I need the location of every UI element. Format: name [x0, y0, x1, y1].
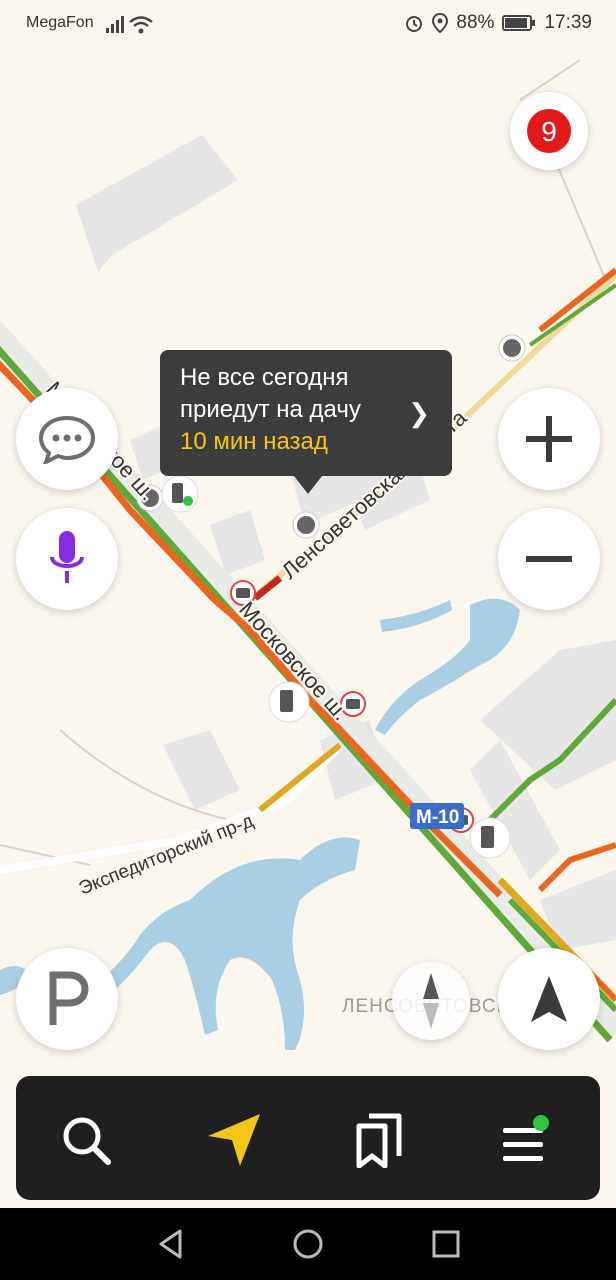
route-shield-label: М-10 — [416, 807, 459, 828]
parking-icon — [49, 971, 89, 1025]
zoom-in-icon — [526, 416, 572, 462]
notification-dot — [533, 1115, 549, 1131]
bookmarks-icon — [356, 1113, 402, 1168]
navigator-arrow-icon — [208, 1114, 260, 1166]
fuel-station-marker[interactable] — [469, 817, 511, 859]
chat-bubble-icon — [38, 415, 96, 464]
clock: 17:39 — [544, 12, 592, 33]
traffic-score-icon: 9 — [527, 109, 571, 153]
compass-icon — [423, 973, 439, 1029]
my-location-arrow-icon — [531, 976, 567, 1022]
zoom-out-icon — [526, 556, 572, 562]
traffic-score-value: 9 — [541, 116, 557, 147]
fuel-station-marker[interactable] — [161, 475, 199, 513]
menu-button[interactable] — [486, 1100, 566, 1180]
popup-subtitle: 10 мин назад — [180, 428, 328, 455]
battery-percent: 88% — [456, 12, 495, 33]
chevron-right-icon: ❯ — [408, 398, 430, 428]
parking-button[interactable] — [16, 948, 118, 1050]
voice-assistant-button[interactable] — [16, 508, 118, 610]
wifi-icon — [129, 16, 153, 34]
status-bar: MegaFon 88% 17:39 — [0, 0, 616, 48]
carrier-label: MegaFon — [26, 14, 94, 31]
chat-button[interactable] — [16, 388, 118, 490]
navigator-button[interactable] — [194, 1100, 274, 1180]
road-event-popup[interactable]: Не все сегодня приедут на дачу 10 мин на… — [160, 350, 452, 494]
microphone-icon — [50, 531, 84, 583]
lensovet-traffic-red — [252, 575, 283, 601]
back-icon[interactable] — [156, 1228, 188, 1260]
signal-icon — [106, 16, 153, 34]
system-navigation-bar — [0, 1208, 616, 1280]
event-marker[interactable] — [498, 334, 526, 362]
recents-icon[interactable] — [430, 1228, 462, 1260]
alarm-icon — [406, 16, 423, 32]
zoom-out-button[interactable] — [498, 508, 600, 610]
bottom-navbar — [16, 1076, 600, 1200]
popup-title: Не все сегодня приедут на дачу — [180, 364, 361, 423]
bookmarks-button[interactable] — [340, 1100, 420, 1180]
route-shield: М-10 — [410, 803, 464, 829]
zoom-in-button[interactable] — [498, 388, 600, 490]
compass-button[interactable] — [392, 962, 470, 1040]
battery-icon — [502, 15, 536, 31]
my-location-button[interactable] — [498, 948, 600, 1050]
menu-icon — [503, 1115, 549, 1161]
search-button[interactable] — [46, 1100, 126, 1180]
home-icon[interactable] — [292, 1228, 324, 1260]
location-icon — [432, 13, 449, 33]
traffic-score-button[interactable]: 9 — [510, 92, 588, 170]
search-icon — [63, 1117, 111, 1165]
